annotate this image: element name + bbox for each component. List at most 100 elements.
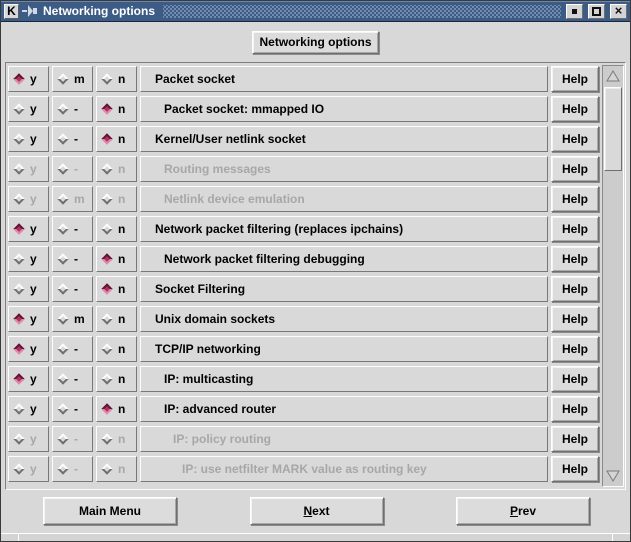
titlebar[interactable]: K Networking options × (1, 1, 630, 22)
radio-yes-label: y (30, 72, 37, 86)
radio-module[interactable]: - (52, 396, 93, 422)
scrollbar-down-arrow[interactable] (604, 467, 622, 485)
close-button[interactable]: × (610, 4, 627, 19)
radio-yes[interactable]: y (8, 306, 49, 332)
radio-no[interactable]: n (96, 366, 137, 392)
radio-no[interactable]: n (96, 276, 137, 302)
section-title-button[interactable]: Networking options (252, 31, 379, 54)
radio-no-label: n (118, 132, 125, 146)
radio-no-indicator (101, 103, 112, 114)
radio-yes[interactable]: y (8, 276, 49, 302)
radio-module-indicator (57, 463, 68, 474)
help-button[interactable]: Help (551, 246, 599, 272)
help-button[interactable]: Help (551, 156, 599, 182)
radio-module[interactable]: - (52, 216, 93, 242)
option-row: y - n Kernel/User netlink socket Help (8, 126, 599, 152)
option-row: y - n Network packet filtering (replaces… (8, 216, 599, 242)
radio-module-label: - (74, 252, 78, 266)
radio-module-indicator (57, 163, 68, 174)
window: K Networking options × Networking option… (0, 0, 631, 542)
maximize-icon (592, 7, 601, 16)
help-button[interactable]: Help (551, 306, 599, 332)
option-label: IP: policy routing (173, 432, 271, 446)
radio-module-indicator (57, 103, 68, 114)
radio-yes[interactable]: y (8, 126, 49, 152)
help-button[interactable]: Help (551, 456, 599, 482)
radio-module[interactable]: - (52, 126, 93, 152)
help-button[interactable]: Help (551, 66, 599, 92)
help-button[interactable]: Help (551, 96, 599, 122)
help-button[interactable]: Help (551, 126, 599, 152)
help-button[interactable]: Help (551, 366, 599, 392)
radio-yes[interactable]: y (8, 66, 49, 92)
radio-yes[interactable]: y (8, 246, 49, 272)
radio-yes[interactable]: y (8, 336, 49, 362)
next-button[interactable]: Next (250, 497, 384, 525)
radio-yes[interactable]: y (8, 216, 49, 242)
scrollbar-up-arrow[interactable] (604, 67, 622, 85)
scrollbar-thumb[interactable] (604, 87, 622, 171)
radio-module[interactable]: - (52, 366, 93, 392)
radio-no: n (96, 426, 137, 452)
radio-module[interactable]: m (52, 66, 93, 92)
radio-no-indicator (101, 313, 112, 324)
radio-no-label: n (118, 102, 125, 116)
radio-no-label: n (118, 192, 125, 206)
maximize-button[interactable] (588, 4, 605, 19)
radio-module-indicator (57, 313, 68, 324)
prev-button[interactable]: Prev (456, 497, 590, 525)
kde-k-icon[interactable]: K (4, 4, 19, 19)
minimize-button[interactable] (566, 4, 583, 19)
option-label-cell: IP: advanced router (140, 396, 548, 422)
radio-module[interactable]: - (52, 276, 93, 302)
radio-no-label: n (118, 282, 125, 296)
radio-yes-indicator (13, 73, 24, 84)
option-label-cell: Kernel/User netlink socket (140, 126, 548, 152)
radio-no[interactable]: n (96, 336, 137, 362)
radio-module[interactable]: - (52, 336, 93, 362)
radio-module[interactable]: - (52, 246, 93, 272)
radio-module[interactable]: - (52, 96, 93, 122)
help-button[interactable]: Help (551, 216, 599, 242)
help-button[interactable]: Help (551, 276, 599, 302)
option-label-cell: IP: use netfilter MARK value as routing … (140, 456, 548, 482)
radio-no[interactable]: n (96, 96, 137, 122)
scrollbar-trough[interactable] (604, 85, 622, 467)
radio-yes[interactable]: y (8, 366, 49, 392)
sticky-pin-icon[interactable] (22, 4, 38, 18)
option-row: y m n Packet socket Help (8, 66, 599, 92)
option-row: y - n IP: multicasting Help (8, 366, 599, 392)
option-row: y - n Socket Filtering Help (8, 276, 599, 302)
option-label: IP: multicasting (164, 372, 253, 386)
radio-no[interactable]: n (96, 246, 137, 272)
help-button[interactable]: Help (551, 186, 599, 212)
radio-yes[interactable]: y (8, 96, 49, 122)
window-resize-border[interactable] (1, 533, 630, 541)
radio-no-indicator (101, 433, 112, 444)
vertical-scrollbar[interactable] (602, 65, 624, 487)
help-button[interactable]: Help (551, 426, 599, 452)
radio-no[interactable]: n (96, 306, 137, 332)
radio-yes[interactable]: y (8, 396, 49, 422)
radio-module[interactable]: m (52, 306, 93, 332)
radio-no-indicator (101, 133, 112, 144)
radio-no-indicator (101, 223, 112, 234)
radio-no[interactable]: n (96, 216, 137, 242)
option-row: y - n Network packet filtering debugging… (8, 246, 599, 272)
option-label-cell: Socket Filtering (140, 276, 548, 302)
option-label: Packet socket: mmapped IO (164, 102, 324, 116)
main-menu-button[interactable]: Main Menu (43, 497, 177, 525)
radio-no[interactable]: n (96, 126, 137, 152)
radio-yes: y (8, 186, 49, 212)
button-label-rest: rev (518, 504, 536, 518)
option-label: Packet socket (155, 72, 235, 86)
radio-module-indicator (57, 133, 68, 144)
option-label-cell: IP: policy routing (140, 426, 548, 452)
radio-no[interactable]: n (96, 396, 137, 422)
radio-no[interactable]: n (96, 66, 137, 92)
radio-yes-indicator (13, 163, 24, 174)
help-button[interactable]: Help (551, 396, 599, 422)
help-button[interactable]: Help (551, 336, 599, 362)
option-label-cell: Packet socket: mmapped IO (140, 96, 548, 122)
option-row: y - n IP: advanced router Help (8, 396, 599, 422)
